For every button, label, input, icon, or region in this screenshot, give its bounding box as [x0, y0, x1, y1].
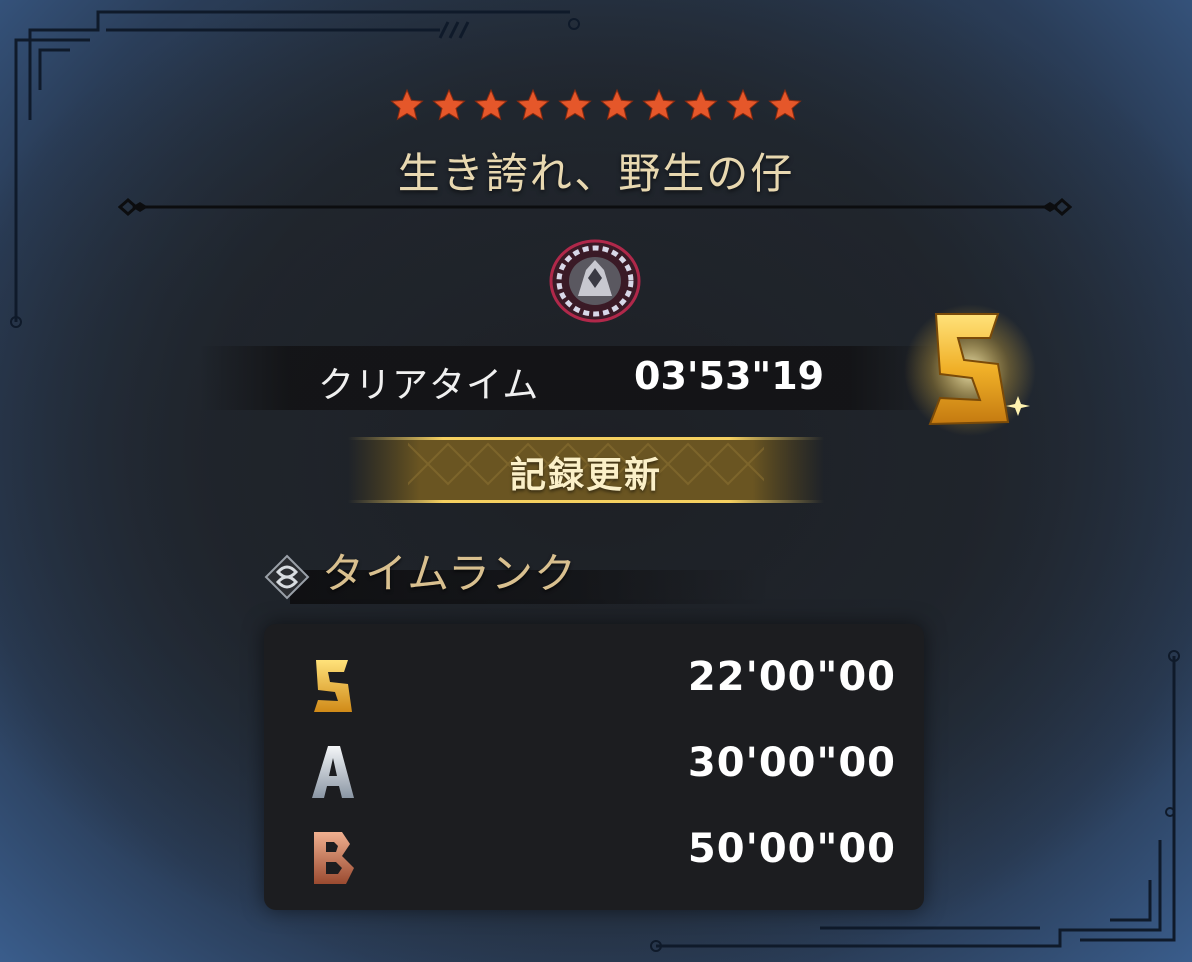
time-rank-panel: 22'00"00 30'00"00 50'00"00 — [264, 624, 924, 910]
rank-row-a: 30'00"00 — [264, 728, 924, 808]
clear-time-label: クリアタイム — [318, 365, 540, 406]
rank-s-badge-icon — [904, 304, 1036, 436]
clear-time-value: 03'53"19 — [634, 354, 825, 398]
monster-emblem-icon — [549, 239, 641, 323]
section-emblem-icon — [264, 554, 310, 600]
difficulty-star-icon — [726, 88, 760, 121]
clear-time-bar — [200, 346, 940, 410]
difficulty-star-icon — [768, 88, 802, 121]
difficulty-star-icon — [474, 88, 508, 121]
time-rank-heading: タイムランク — [322, 549, 578, 598]
rank-b-icon — [314, 832, 354, 884]
rank-row-b: 50'00"00 — [264, 814, 924, 894]
difficulty-star-icon — [432, 88, 466, 121]
difficulty-star-icon — [390, 88, 424, 121]
difficulty-stars — [390, 88, 802, 122]
rank-row-s: 22'00"00 — [264, 642, 924, 722]
difficulty-star-icon — [516, 88, 550, 121]
rank-s-icon — [314, 660, 352, 712]
difficulty-star-icon — [684, 88, 718, 121]
difficulty-star-icon — [558, 88, 592, 121]
record-updated-label: 記録更新 — [509, 455, 662, 496]
difficulty-star-icon — [600, 88, 634, 121]
difficulty-star-icon — [642, 88, 676, 121]
rank-b-time: 50'00"00 — [687, 826, 896, 872]
rank-a-time: 30'00"00 — [687, 740, 896, 786]
title-divider — [118, 198, 1072, 216]
rank-s-time: 22'00"00 — [687, 654, 896, 700]
stage-title: 生き誇れ、野生の仔 — [397, 149, 795, 198]
rank-a-icon — [312, 746, 354, 798]
